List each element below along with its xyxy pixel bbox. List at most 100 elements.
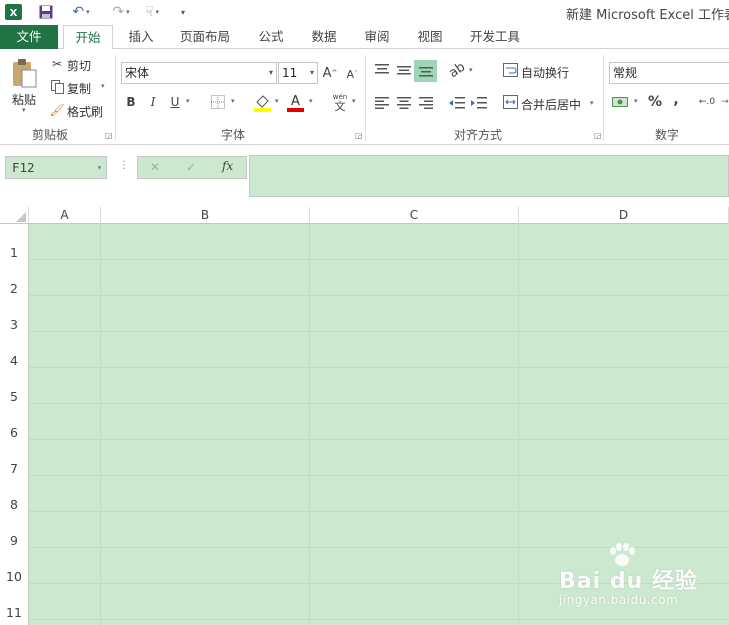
- chevron-down-icon[interactable]: ▾: [97, 157, 102, 178]
- currency-dropdown-icon[interactable]: ▾: [634, 97, 638, 105]
- font-color-icon[interactable]: A: [286, 92, 304, 112]
- alignment-launcher-icon[interactable]: ◲: [594, 131, 602, 140]
- paste-dropdown-icon[interactable]: ▾: [22, 106, 26, 114]
- decrease-indent-icon[interactable]: [448, 94, 466, 112]
- clipboard-launcher-icon[interactable]: ◲: [105, 131, 113, 140]
- touch-mode-icon[interactable]: ☟ ▾: [140, 3, 164, 21]
- row-header[interactable]: 9: [0, 512, 28, 548]
- formula-input[interactable]: [249, 155, 729, 197]
- align-bottom-icon[interactable]: [414, 60, 437, 82]
- chevron-down-icon[interactable]: ▾: [310, 63, 314, 83]
- font-color-dropdown-icon[interactable]: ▾: [309, 97, 313, 105]
- column-header-a[interactable]: A: [29, 207, 101, 224]
- format-painter-icon[interactable]: 🖌: [49, 102, 64, 118]
- align-center-icon[interactable]: [395, 94, 413, 112]
- row-header[interactable]: 1: [0, 224, 28, 260]
- font-name-combo[interactable]: 宋体 ▾: [121, 62, 277, 84]
- tab-insert[interactable]: 插入: [118, 25, 164, 49]
- italic-button[interactable]: I: [146, 93, 160, 111]
- copy-dropdown-icon[interactable]: ▾: [101, 82, 105, 90]
- tab-file[interactable]: 文件: [0, 25, 58, 49]
- row-gridline: [29, 475, 729, 476]
- phonetic-dropdown-icon[interactable]: ▾: [352, 97, 356, 105]
- currency-icon[interactable]: [611, 93, 631, 111]
- decrease-font-icon[interactable]: Aˇ: [344, 66, 360, 82]
- cut-label[interactable]: 剪切: [67, 57, 91, 74]
- font-size-combo[interactable]: 11 ▾: [278, 62, 318, 84]
- row-header[interactable]: 3: [0, 296, 28, 332]
- column-header-b[interactable]: B: [101, 207, 310, 224]
- align-left-icon[interactable]: [373, 94, 391, 112]
- increase-font-icon[interactable]: A ^: [322, 64, 338, 82]
- tab-view[interactable]: 视图: [409, 25, 451, 49]
- phonetic-guide-icon[interactable]: wén 文: [331, 91, 349, 113]
- increase-indent-icon[interactable]: [470, 94, 488, 112]
- row-header[interactable]: 8: [0, 476, 28, 512]
- bold-button[interactable]: B: [124, 93, 138, 111]
- format-painter-label[interactable]: 格式刷: [67, 103, 103, 120]
- save-icon[interactable]: [38, 3, 54, 21]
- customize-qat-icon[interactable]: ▾: [177, 3, 189, 21]
- decrease-decimal-icon[interactable]: →: [719, 93, 729, 111]
- borders-dropdown-icon[interactable]: ▾: [231, 97, 235, 105]
- row-header[interactable]: 4: [0, 332, 28, 368]
- underline-button[interactable]: U: [168, 93, 182, 111]
- row-header[interactable]: 2: [0, 260, 28, 296]
- row-header[interactable]: 6: [0, 404, 28, 440]
- align-top-icon[interactable]: [373, 61, 391, 79]
- wrap-text-label[interactable]: 自动换行: [521, 64, 569, 81]
- row-header[interactable]: 11: [0, 584, 28, 620]
- align-middle-icon[interactable]: [395, 61, 413, 79]
- cut-icon[interactable]: ✂: [50, 56, 64, 72]
- font-launcher-icon[interactable]: ◲: [355, 131, 363, 140]
- insert-function-icon[interactable]: fx: [222, 159, 233, 173]
- cancel-icon[interactable]: ✕: [150, 160, 160, 174]
- copy-icon[interactable]: [50, 79, 64, 95]
- row-header[interactable]: 7: [0, 440, 28, 476]
- orientation-dropdown-icon[interactable]: ▾: [469, 66, 473, 74]
- chevron-down-icon[interactable]: ▾: [269, 63, 273, 83]
- comma-button[interactable]: ,: [670, 91, 682, 109]
- ribbon: 粘贴 ▾ ✂ 剪切 复制 ▾ 🖌 格式刷 剪贴板 ◲ 宋体 ▾ 11 ▾ A ^ …: [0, 49, 729, 145]
- row-header[interactable]: 5: [0, 368, 28, 404]
- redo-icon[interactable]: ↷ ▾: [106, 3, 136, 21]
- column-header-d[interactable]: D: [519, 207, 729, 224]
- clipboard-group-label: 剪贴板: [31, 128, 68, 142]
- tab-home[interactable]: 开始: [63, 25, 113, 50]
- merge-dropdown-icon[interactable]: ▾: [590, 99, 594, 107]
- row-gridline: [29, 259, 729, 260]
- undo-icon[interactable]: ↶ ▾: [66, 3, 96, 21]
- name-box-value: F12: [12, 160, 35, 175]
- fill-color-icon[interactable]: [253, 92, 271, 112]
- fill-color-dropdown-icon[interactable]: ▾: [275, 97, 279, 105]
- enter-icon[interactable]: ✓: [186, 160, 196, 174]
- orientation-icon[interactable]: ab: [444, 57, 469, 82]
- tab-data[interactable]: 数据: [303, 25, 345, 49]
- formula-bar-splitter-icon[interactable]: ⋮: [119, 160, 129, 171]
- tab-developer[interactable]: 开发工具: [462, 25, 528, 49]
- paste-icon[interactable]: [9, 57, 39, 89]
- column-gridline: [518, 224, 519, 625]
- percent-button[interactable]: %: [647, 93, 663, 111]
- tab-formulas[interactable]: 公式: [250, 25, 292, 49]
- name-box[interactable]: F12 ▾: [5, 156, 107, 179]
- column-header-c[interactable]: C: [310, 207, 519, 224]
- underline-dropdown-icon[interactable]: ▾: [186, 97, 190, 105]
- copy-label[interactable]: 复制: [67, 80, 91, 97]
- row-gridline: [29, 619, 729, 620]
- select-all-corner[interactable]: [0, 207, 29, 224]
- tab-page-layout[interactable]: 页面布局: [172, 25, 238, 49]
- row-header[interactable]: 10: [0, 548, 28, 584]
- formula-buttons: ✕ ✓ fx: [137, 156, 247, 179]
- alignment-group-label: 对齐方式: [453, 128, 502, 142]
- merge-center-icon[interactable]: [502, 94, 518, 110]
- align-right-icon[interactable]: [417, 94, 435, 112]
- borders-icon[interactable]: [210, 93, 226, 111]
- merge-center-label[interactable]: 合并后居中: [521, 96, 581, 113]
- increase-decimal-icon[interactable]: ←.0: [697, 93, 717, 111]
- baidu-jingyan-watermark: Bai du 经验 jingyan.baidu.com: [555, 543, 729, 613]
- tab-review[interactable]: 审阅: [356, 25, 398, 49]
- number-format-value: 常规: [613, 66, 638, 80]
- wrap-text-icon[interactable]: [502, 62, 518, 78]
- number-format-combo[interactable]: 常规: [609, 62, 729, 84]
